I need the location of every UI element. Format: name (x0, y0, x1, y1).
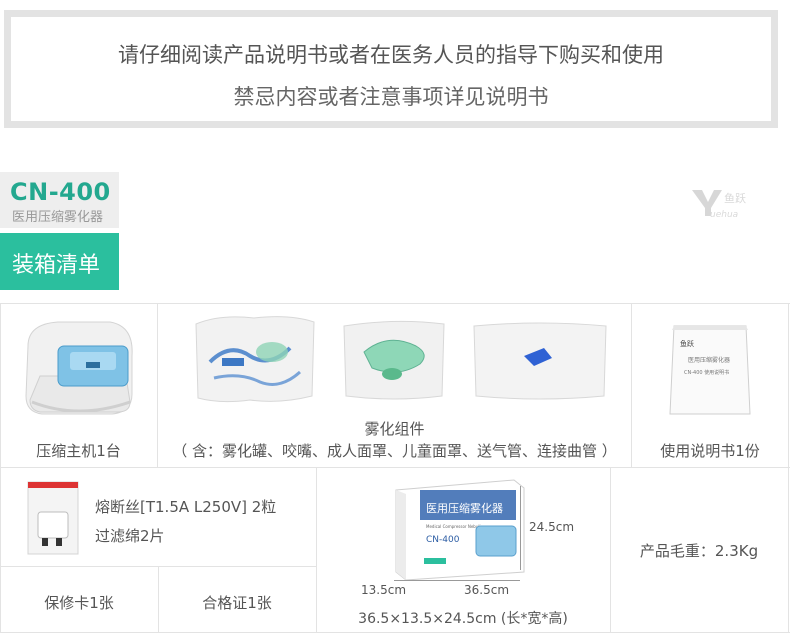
svg-text:uehua: uehua (710, 210, 738, 220)
box-print-model: CN-400 (426, 535, 460, 545)
grid-line (0, 303, 790, 304)
warranty-label: 保修卡1张 (44, 594, 114, 612)
filter-label: 过滤绵2片 (95, 527, 165, 545)
mask-bag-image (343, 320, 445, 400)
height-dimension-line (520, 486, 521, 570)
fuse-label: 熔断丝[T1.5A L250V] 2粒 (95, 498, 277, 516)
notice-line-2: 禁忌内容或者注意事项详见说明书 (233, 85, 549, 109)
main-unit-label: 压缩主机1台 (36, 442, 121, 460)
section-title: 装箱清单 (0, 233, 119, 290)
box-dimensions-label: 36.5×13.5×24.5cm (长*宽*高) (358, 611, 568, 627)
grid-line (788, 303, 789, 633)
model-tag: CN-400 医用压缩雾化器 (0, 172, 119, 228)
model-code: CN-400 (10, 178, 111, 206)
manual-label: 使用说明书1份 (660, 442, 760, 460)
grid-line (0, 467, 790, 468)
svg-text:鱼跃: 鱼跃 (680, 339, 694, 348)
notice-box: 请仔细阅读产品说明书或者在医务人员的指导下购买和使用 禁忌内容或者注意事项详见说… (4, 10, 778, 128)
section-title-text: 装箱清单 (12, 253, 101, 278)
model-name: 医用压缩雾化器 (12, 210, 104, 225)
box-image: 医用压缩雾化器 Medical Compressor Nebulizer CN-… (395, 479, 525, 581)
grid-line (0, 303, 1, 633)
kit-bag-image (195, 316, 315, 403)
kit-contents: （ 含：雾化罐、咬嘴、成人面罩、儿童面罩、送气管、连接曲管 ） (172, 442, 617, 460)
svg-text:鱼跃: 鱼跃 (724, 191, 746, 205)
box-depth: 13.5cm (361, 583, 407, 597)
compressor-image (25, 321, 133, 415)
svg-text:医用压缩雾化器: 医用压缩雾化器 (688, 356, 730, 364)
svg-text:CN-400 使用说明书: CN-400 使用说明书 (684, 369, 729, 376)
fuse-bag-image (27, 481, 79, 555)
manual-image: 鱼跃 医用压缩雾化器 CN-400 使用说明书 (669, 325, 751, 415)
notice-line-1: 请仔细阅读产品说明书或者在医务人员的指导下购买和使用 (118, 43, 664, 67)
kit-title: 雾化组件 (364, 420, 425, 438)
box-width: 36.5cm (464, 583, 510, 597)
certificate-label: 合格证1张 (202, 594, 272, 612)
box-print-title: 医用压缩雾化器 (426, 501, 503, 515)
box-height: 24.5cm (529, 520, 575, 534)
mouthpiece-bag-image (473, 322, 607, 400)
width-dimension-line (394, 580, 520, 581)
brand-logo: 鱼跃 uehua (692, 190, 746, 220)
gross-weight-label: 产品毛重：2.3Kg (639, 542, 759, 560)
